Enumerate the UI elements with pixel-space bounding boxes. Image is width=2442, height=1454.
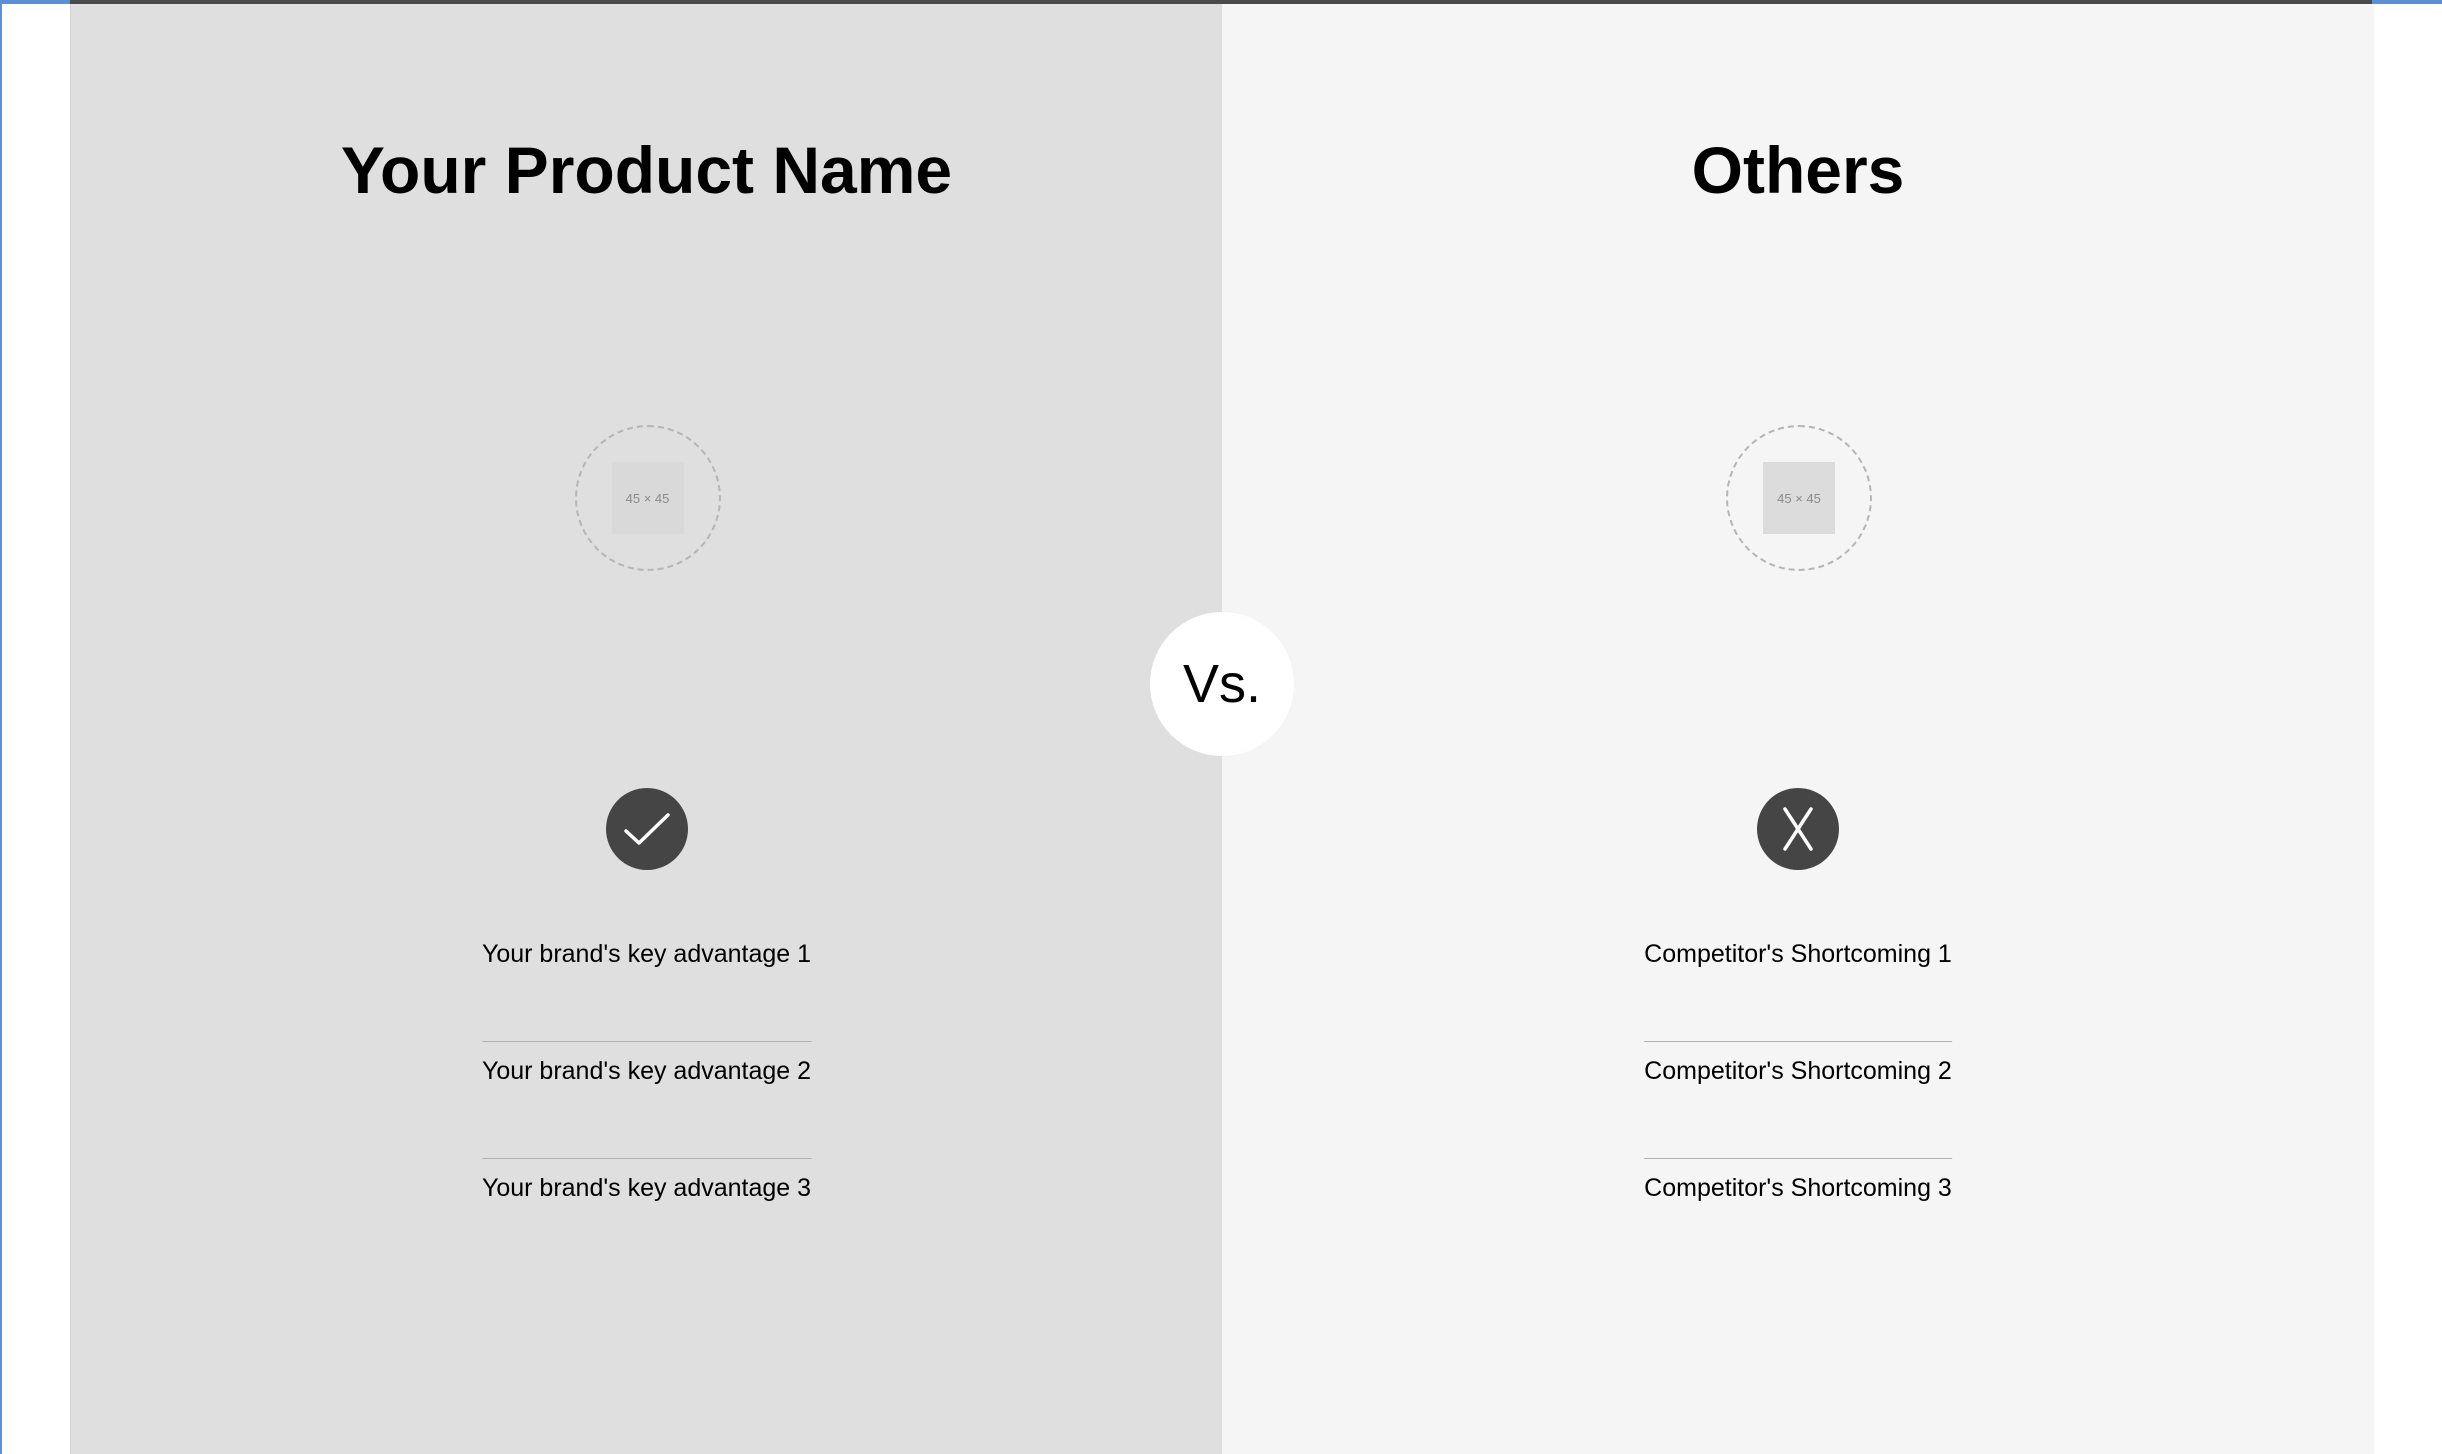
- competitor-logo-frame[interactable]: 45 × 45: [1726, 425, 1872, 571]
- our-product-logo-placeholder[interactable]: 45 × 45: [611, 462, 684, 534]
- competitors-column[interactable]: Others 45 × 45 Competitor's Shortcoming …: [1222, 4, 2374, 1454]
- shortcomings-list: Competitor's Shortcoming 1 Competitor's …: [1644, 939, 1952, 1203]
- divider: [481, 1158, 812, 1159]
- our-product-title[interactable]: Your Product Name: [71, 132, 1222, 208]
- x-mark-icon: [1757, 788, 1839, 870]
- shortcoming-item-1[interactable]: Competitor's Shortcoming 1: [1644, 939, 1952, 969]
- competitors-title[interactable]: Others: [1222, 132, 2374, 208]
- shortcoming-item-2[interactable]: Competitor's Shortcoming 2: [1644, 1056, 1952, 1086]
- checkmark-icon: [605, 788, 688, 870]
- window-top-accent-left: [0, 0, 70, 4]
- our-product-logo-frame[interactable]: 45 × 45: [574, 425, 721, 571]
- divider: [1644, 1158, 1952, 1159]
- comparison-section: Your Product Name 45 × 45 Your brand's k…: [70, 4, 2374, 1454]
- advantage-item-3[interactable]: Your brand's key advantage 3: [482, 1173, 811, 1203]
- shortcoming-item-3[interactable]: Competitor's Shortcoming 3: [1644, 1173, 1952, 1203]
- window-left-edge: [0, 0, 2, 1454]
- divider: [481, 1041, 812, 1042]
- advantages-list: Your brand's key advantage 1 Your brand'…: [481, 939, 812, 1203]
- window-top-accent-right: [2372, 0, 2442, 4]
- advantage-item-1[interactable]: Your brand's key advantage 1: [482, 939, 811, 969]
- competitor-logo-placeholder[interactable]: 45 × 45: [1763, 462, 1835, 534]
- x-mark-glyph: [1783, 807, 1813, 851]
- divider: [1644, 1041, 1952, 1042]
- advantage-item-2[interactable]: Your brand's key advantage 2: [482, 1056, 811, 1086]
- vs-badge[interactable]: Vs.: [1150, 612, 1294, 756]
- our-product-column[interactable]: Your Product Name 45 × 45 Your brand's k…: [71, 4, 1222, 1454]
- checkmark-glyph: [623, 813, 670, 845]
